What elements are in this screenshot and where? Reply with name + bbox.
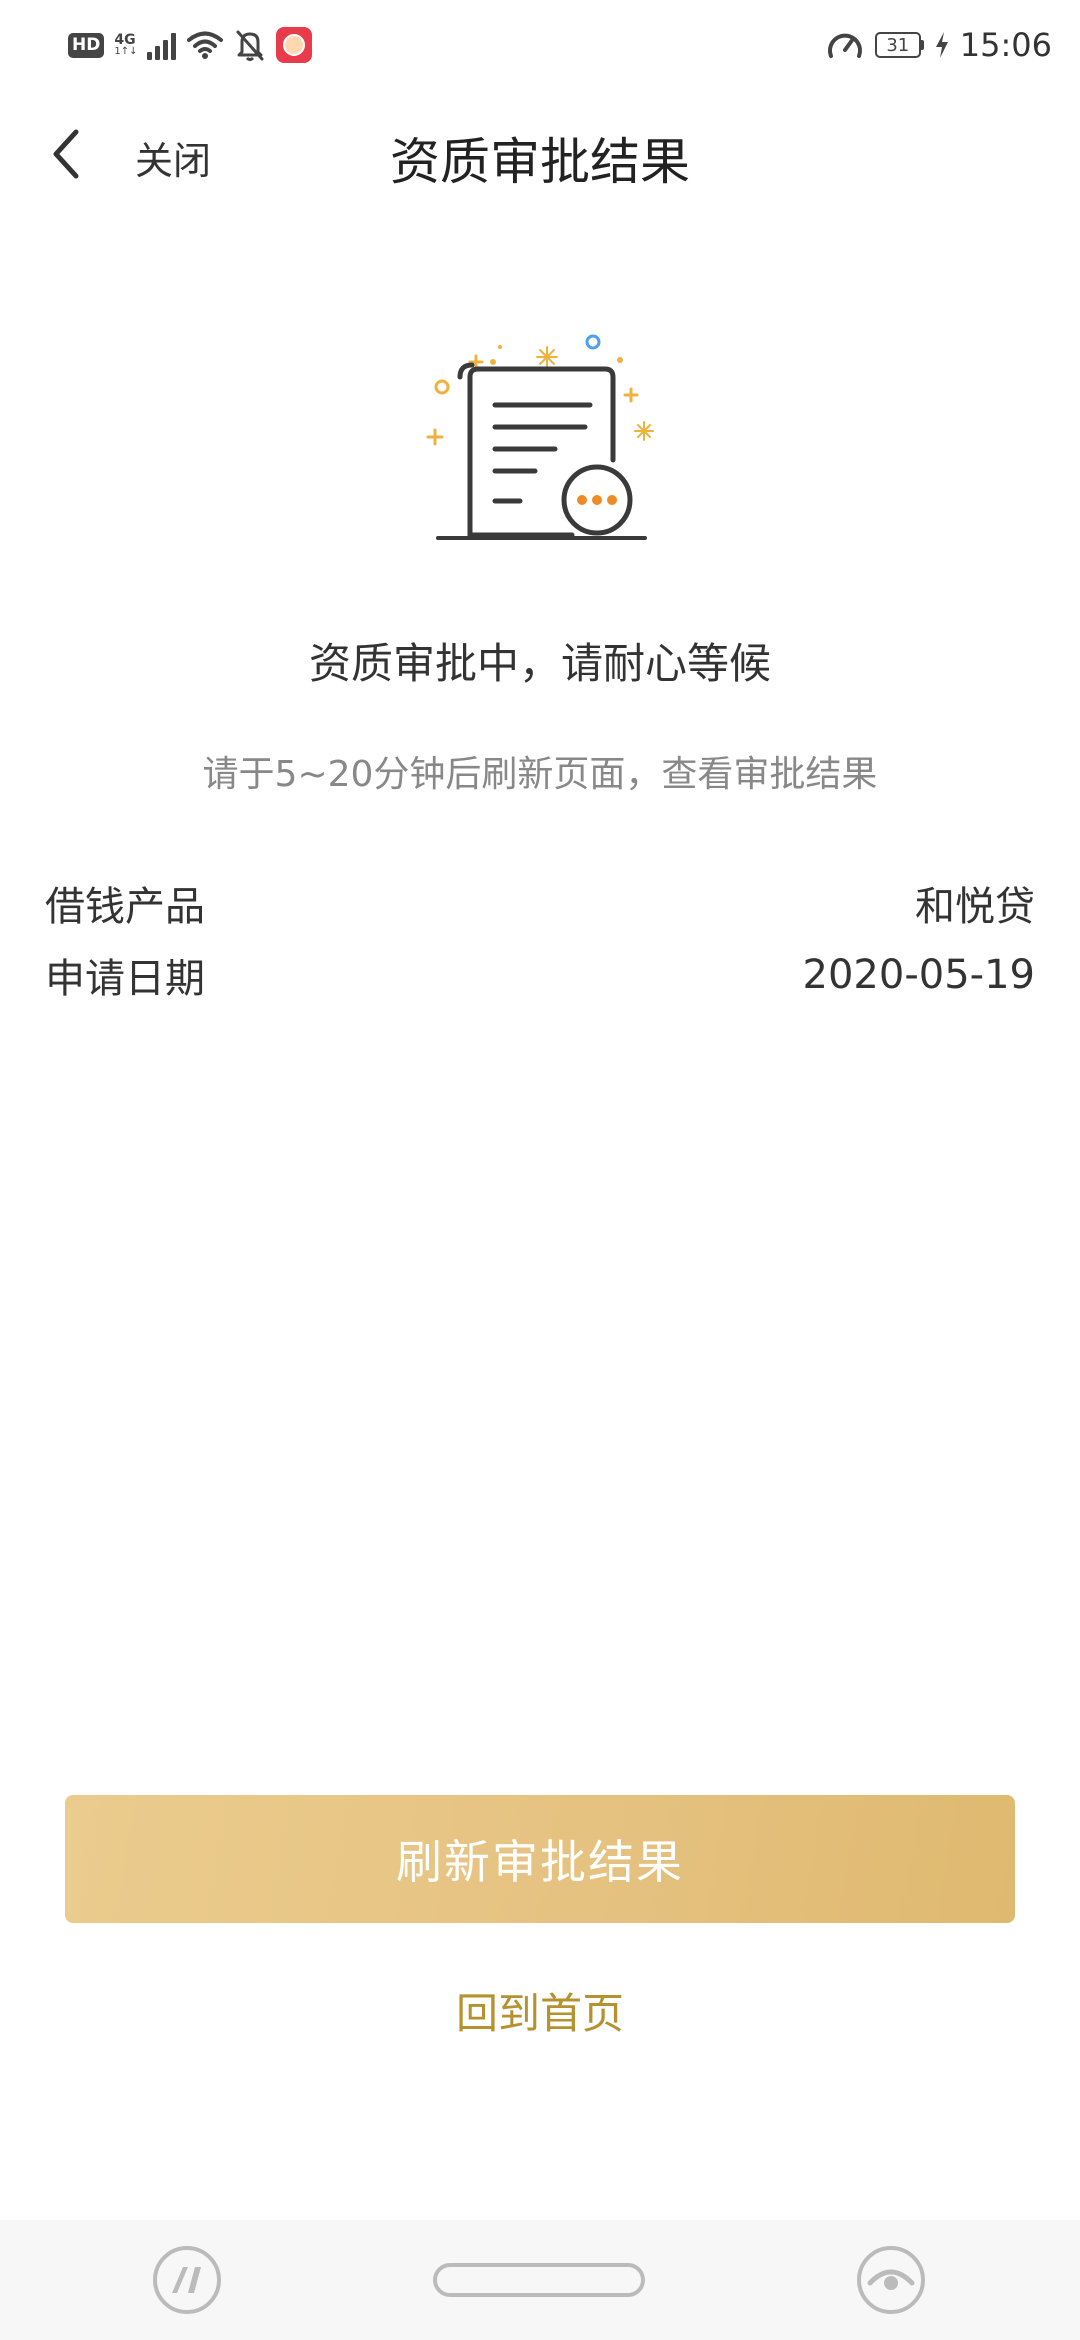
app-switch-icon[interactable] — [152, 2245, 222, 2315]
info-label: 申请日期 — [45, 956, 205, 1002]
signal-icon — [147, 30, 177, 60]
nav-header: 关闭 资质审批结果 — [0, 110, 1080, 200]
battery-level: 31 — [874, 32, 921, 58]
app-notification-icon — [276, 27, 313, 63]
network-type: 4G 1↑↓ — [114, 33, 137, 57]
page-title: 资质审批结果 — [390, 133, 690, 191]
eye-comfort-icon[interactable] — [856, 2245, 926, 2315]
info-value: 2020-05-19 — [802, 952, 1035, 998]
status-bar: HD 4G 1↑↓ 31 15:06 — [0, 0, 1080, 90]
status-hint: 请于5~20分钟后刷新页面，查看审批结果 — [202, 754, 878, 795]
info-value: 和悦贷 — [915, 884, 1035, 930]
status-right: 31 15:06 — [825, 20, 1052, 70]
refresh-result-button[interactable]: 刷新审批结果 — [65, 1795, 1015, 1923]
info-row-date: 申请日期 2020-05-19 — [45, 945, 1035, 1005]
clock: 15:06 — [959, 26, 1052, 64]
home-gesture-bar[interactable] — [433, 2263, 645, 2297]
bell-muted-icon — [236, 30, 264, 61]
battery-indicator: 31 — [874, 32, 924, 58]
network-label: 4G — [114, 32, 136, 48]
document-pending-icon — [426, 334, 654, 540]
speed-gauge-icon — [827, 33, 862, 58]
network-sub-label: 1↑↓ — [114, 46, 138, 57]
system-nav-bar — [0, 2220, 1080, 2340]
back-home-link[interactable]: 回到首页 — [0, 1980, 1080, 2041]
status-heading: 资质审批中，请耐心等候 — [308, 639, 771, 688]
status-left: HD 4G 1↑↓ — [68, 24, 313, 66]
info-row-product: 借钱产品 和悦贷 — [45, 873, 1035, 933]
charging-icon — [935, 32, 948, 58]
wifi-icon — [187, 31, 224, 59]
info-label: 借钱产品 — [45, 884, 205, 930]
hd-badge: HD — [68, 32, 105, 58]
